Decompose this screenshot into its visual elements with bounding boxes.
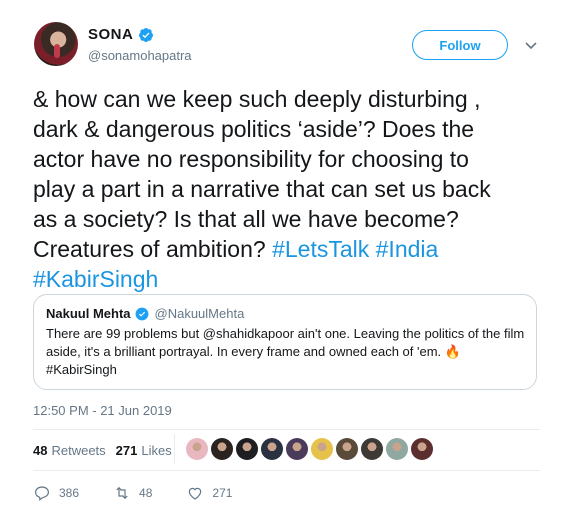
fire-emoji-icon: 🔥 [444,344,461,359]
liker-avatar[interactable] [386,438,408,460]
like-button[interactable]: 271 [186,484,232,502]
liker-avatar[interactable] [411,438,433,460]
retweet-count: 48 [139,486,153,500]
likes-stat[interactable]: 271 Likes [116,443,172,458]
retweets-count: 48 [33,443,48,458]
divider [33,429,540,430]
like-count: 271 [212,486,233,500]
quoted-tweet-text: There are 99 problems but @shahidkapoor … [46,325,526,379]
quoted-author-handle: @NakuulMehta [154,306,245,321]
liker-avatar[interactable] [211,438,233,460]
likers-avatars [186,438,433,460]
hashtag-india[interactable]: #India [376,236,439,262]
liker-avatar[interactable] [336,438,358,460]
retweet-icon [116,486,128,500]
retweets-stat[interactable]: 48 Retweets [33,443,106,458]
hashtag-kabirsingh[interactable]: #KabirSingh [33,266,158,292]
tweet-actions: 386 48 271 [33,484,266,502]
verified-badge-icon [135,307,148,320]
author-name-row: SONA [88,26,154,43]
liker-avatar[interactable] [361,438,383,460]
author-display-name[interactable]: SONA [88,26,133,43]
verified-badge-icon [139,27,154,42]
quoted-tweet-header: Nakuul Mehta @NakuulMehta [46,306,524,321]
retweet-button[interactable]: 48 [113,484,152,502]
quoted-tweet[interactable]: Nakuul Mehta @NakuulMehta There are 99 p… [33,294,537,390]
retweets-label: Retweets [51,443,106,458]
liker-avatar[interactable] [261,438,283,460]
chevron-down-icon[interactable] [524,38,538,52]
tweet-text: & how can we keep such deeply disturbing… [33,84,533,294]
reply-icon [35,486,49,501]
reply-count: 386 [59,486,80,500]
quoted-hashtag: #KabirSingh [46,362,117,377]
stats-separator [174,434,175,464]
author-handle[interactable]: @sonamohapatra [88,48,192,63]
reply-button[interactable]: 386 [33,484,79,502]
author-avatar[interactable] [34,22,78,66]
likes-count: 271 [115,443,138,458]
hashtag-letstalk[interactable]: #LetsTalk [272,236,369,262]
liker-avatar[interactable] [236,438,258,460]
liker-avatar[interactable] [286,438,308,460]
divider [33,470,540,471]
liker-avatar[interactable] [186,438,208,460]
liker-avatar[interactable] [311,438,333,460]
tweet-stats: 48 Retweets 271 Likes [33,443,182,458]
quoted-author-name: Nakuul Mehta [46,306,131,321]
follow-button[interactable]: Follow [412,30,508,60]
avatar-mic-detail [54,44,60,58]
likes-label: Likes [141,443,172,458]
tweet-timestamp[interactable]: 12:50 PM - 21 Jun 2019 [33,403,172,418]
heart-icon [189,487,202,500]
